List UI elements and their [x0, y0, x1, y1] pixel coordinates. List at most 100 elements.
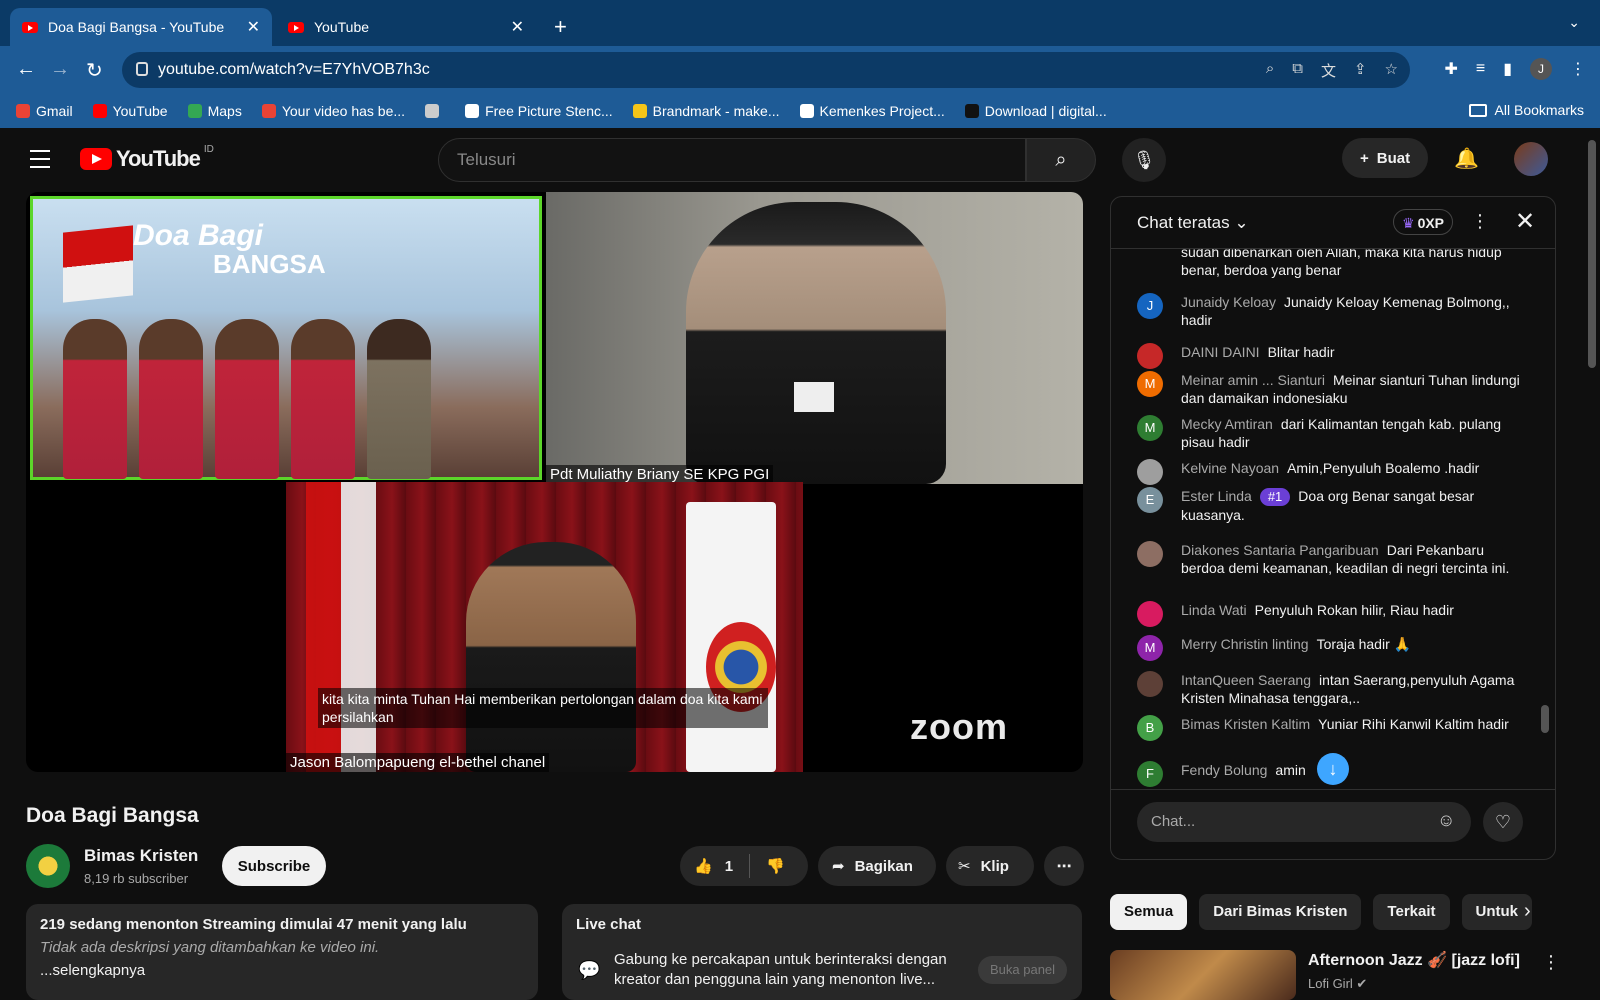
author-name[interactable]: Bimas Kristen Kaltim	[1181, 716, 1310, 732]
reload-icon[interactable]: ↻	[86, 58, 103, 83]
browser-menu-icon[interactable]: ⋮	[1570, 59, 1586, 79]
author-avatar[interactable]: B	[1137, 715, 1163, 741]
clip-button[interactable]: ✂ Klip	[946, 846, 1034, 886]
zoom-icon[interactable]: ⌕	[1266, 60, 1274, 81]
forward-arrow-icon[interactable]: →	[50, 58, 70, 81]
tab-search-chevron-icon[interactable]: ⌄	[1568, 14, 1580, 31]
bookmark-item[interactable]: Download | digital...	[964, 103, 1107, 119]
new-tab-button[interactable]: +	[554, 14, 567, 40]
extensions-icon[interactable]: ✚	[1444, 59, 1457, 79]
author-avatar[interactable]	[1137, 343, 1163, 369]
share-button[interactable]: ➦ Bagikan	[818, 846, 936, 886]
side-panel-icon[interactable]: ▮	[1503, 59, 1512, 79]
author-name[interactable]: Mecky Amtiran	[1181, 416, 1273, 432]
bookmark-item[interactable]: Gmail	[16, 103, 73, 119]
show-more-link[interactable]: ...selengkapnya	[40, 962, 524, 979]
browser-tab-active[interactable]: Doa Bagi Bangsa - YouTube ✕	[10, 8, 272, 46]
more-actions-button[interactable]: ⋯	[1044, 846, 1084, 886]
chat-input[interactable]: Chat...	[1137, 802, 1471, 842]
like-count[interactable]: 1	[725, 858, 733, 875]
all-bookmarks-button[interactable]: All Bookmarks	[1468, 102, 1584, 118]
close-chat-icon[interactable]: ✕	[1515, 207, 1535, 236]
recommendation-thumbnail[interactable]	[1110, 950, 1296, 1000]
author-avatar[interactable]	[1137, 541, 1163, 567]
search-button[interactable]: ⌕	[1026, 138, 1096, 182]
filter-chip[interactable]: Untuk	[1461, 894, 1532, 930]
bookmark-item[interactable]: YouTube	[92, 103, 168, 119]
recommendation-options-icon[interactable]: ⋮	[1542, 952, 1560, 973]
author-name[interactable]: Ester Linda	[1181, 488, 1252, 504]
notifications-bell-icon[interactable]: 🔔	[1454, 146, 1479, 171]
author-name[interactable]: Meinar amin ... Sianturi	[1181, 372, 1325, 388]
author-avatar[interactable]	[1137, 459, 1163, 485]
bookmark-item[interactable]: Maps	[187, 103, 242, 119]
author-avatar[interactable]: E	[1137, 487, 1163, 513]
close-tab-icon[interactable]: ✕	[247, 17, 260, 37]
chevron-right-icon[interactable]: ›	[1524, 900, 1531, 923]
description-box[interactable]: 219 sedang menonton Streaming dimulai 47…	[26, 904, 538, 1000]
profile-avatar[interactable]: J	[1530, 58, 1552, 80]
channel-name[interactable]: Bimas Kristen	[84, 846, 198, 866]
author-avatar[interactable]: F	[1137, 761, 1163, 787]
recommendation-channel[interactable]: Lofi Girl ✔	[1308, 976, 1367, 992]
clerical-collar	[794, 382, 834, 412]
filter-chip[interactable]: Terkait	[1373, 894, 1450, 930]
subscribe-button[interactable]: Subscribe	[222, 846, 326, 886]
voice-search-button[interactable]: 🎙	[1122, 138, 1166, 182]
video-player[interactable]: Doa Bagi BANGSA Pdt Muliathy Briany SE K…	[26, 192, 1083, 772]
emoji-icon[interactable]: ☺	[1437, 810, 1455, 831]
share-icon[interactable]: ⇪	[1354, 60, 1367, 81]
author-avatar[interactable]: M	[1137, 371, 1163, 397]
youtube-logo[interactable]: YouTube ID	[80, 144, 214, 172]
bookmark-favicon-icon	[799, 104, 814, 118]
bookmark-item[interactable]: Brandmark - make...	[632, 103, 780, 119]
chat-message-list[interactable]: sudah dibenarkan oleh Allah, maka kita h…	[1111, 249, 1555, 789]
dislike-icon[interactable]: 👎	[766, 857, 785, 875]
bookmark-item[interactable]: Your video has be...	[261, 103, 405, 119]
bookmark-star-icon[interactable]: ☆	[1385, 60, 1398, 81]
browser-tab-inactive[interactable]: YouTube ✕	[276, 8, 536, 46]
author-name[interactable]: Kelvine Nayoan	[1181, 460, 1279, 476]
author-name[interactable]: Fendy Bolung	[1181, 762, 1267, 778]
xp-badge[interactable]: ♛ 0XP	[1393, 209, 1454, 235]
filter-chip[interactable]: Dari Bimas Kristen	[1199, 894, 1362, 930]
site-info-icon[interactable]	[136, 62, 148, 76]
search-input[interactable]: Telusuri	[438, 138, 1026, 182]
scroll-to-bottom-button[interactable]: ↓	[1317, 753, 1349, 785]
author-avatar[interactable]: M	[1137, 635, 1163, 661]
filter-chip[interactable]: Semua	[1110, 894, 1188, 930]
scissors-icon: ✂	[958, 858, 971, 875]
bookmark-item[interactable]: Free Picture Stenc...	[465, 103, 613, 119]
menu-icon[interactable]	[30, 150, 50, 174]
close-tab-icon[interactable]: ✕	[511, 17, 524, 37]
chat-scrollbar[interactable]	[1541, 705, 1549, 733]
author-avatar[interactable]: J	[1137, 293, 1163, 319]
author-avatar[interactable]	[1137, 601, 1163, 627]
url-text: youtube.com/watch?v=E7YhVOB7h3c	[158, 61, 430, 78]
author-avatar[interactable]	[1137, 671, 1163, 697]
open-in-app-icon[interactable]: ⧉	[1292, 60, 1303, 81]
media-controls-icon[interactable]: ≡	[1476, 60, 1485, 78]
bookmark-item[interactable]	[425, 104, 445, 118]
address-bar[interactable]: youtube.com/watch?v=E7YhVOB7h3c ⌕ ⧉ 文 ⇪ …	[122, 52, 1410, 88]
bookmark-item[interactable]: Kemenkes Project...	[799, 103, 945, 119]
like-icon[interactable]: 👍	[694, 857, 713, 875]
channel-avatar[interactable]	[26, 844, 70, 888]
create-button[interactable]: + Buat	[1342, 138, 1429, 178]
author-name[interactable]: Merry Christin linting	[1181, 636, 1309, 652]
back-arrow-icon[interactable]: ←	[16, 58, 36, 81]
open-panel-button[interactable]: Buka panel	[978, 956, 1068, 984]
author-name[interactable]: IntanQueen Saerang	[1181, 672, 1311, 688]
chat-options-icon[interactable]: ⋮	[1471, 211, 1489, 232]
page-scrollbar[interactable]	[1588, 140, 1596, 368]
translate-icon[interactable]: 文	[1321, 60, 1336, 81]
account-avatar[interactable]	[1514, 142, 1548, 176]
author-name[interactable]: Linda Wati	[1181, 602, 1247, 618]
reaction-heart-button[interactable]: ♡	[1483, 802, 1523, 842]
author-name[interactable]: Diakones Santaria Pangaribuan	[1181, 542, 1379, 558]
author-name[interactable]: Junaidy Keloay	[1181, 294, 1276, 310]
author-name[interactable]: DAINI DAINI	[1181, 344, 1260, 360]
recommendation-title[interactable]: Afternoon Jazz 🎻 [jazz lofi]	[1308, 950, 1520, 970]
chat-mode-dropdown[interactable]: Chat teratas ⌄	[1137, 213, 1249, 233]
author-avatar[interactable]: M	[1137, 415, 1163, 441]
